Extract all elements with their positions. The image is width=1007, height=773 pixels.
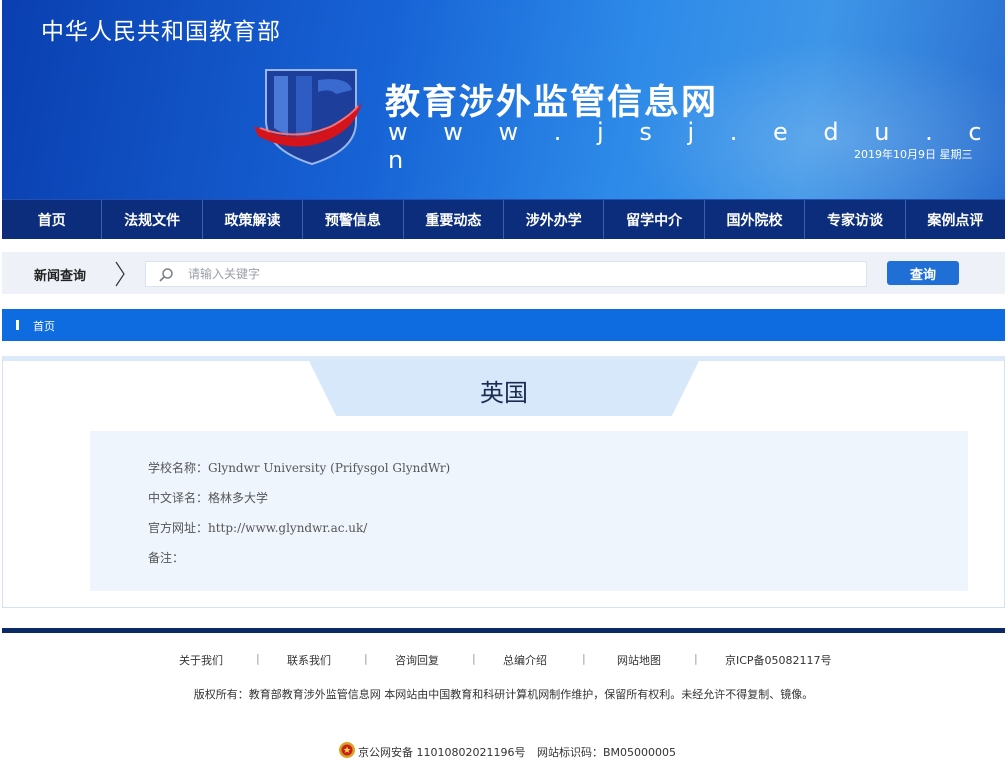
breadcrumb: 首页: [2, 309, 1005, 341]
search-input-wrapper: [145, 261, 867, 287]
school-detail-panel: 英国 学校名称：Glyndwr University (Prifysgol Gl…: [2, 356, 1005, 608]
search-label: 新闻查询: [34, 269, 87, 284]
footer-link-inquiry-replies[interactable]: 咨询回复: [395, 652, 439, 668]
nav-item-warnings[interactable]: 预警信息: [303, 200, 404, 239]
footer-separator: |: [364, 652, 368, 665]
footer-divider: [2, 628, 1005, 633]
search-button[interactable]: 查询: [887, 261, 959, 285]
country-title: 英国: [480, 379, 528, 407]
nav-item-policy[interactable]: 政策解读: [203, 200, 304, 239]
nav-item-study-agencies[interactable]: 留学中介: [604, 200, 705, 239]
news-search-bar: 新闻查询 查询: [2, 252, 1005, 294]
main-nav: 首页 法规文件 政策解读 预警信息 重要动态 涉外办学 留学中介 国外院校 专家…: [2, 199, 1005, 239]
copyright-text: 版权所有：教育部教育涉外监管信息网 本网站由中国教育和科研计算机网制作维护，保留…: [193, 688, 814, 701]
footer-link-editor[interactable]: 总编介绍: [503, 652, 547, 668]
site-code: 网站标识码：BM05000005: [537, 746, 677, 759]
nav-item-regulations[interactable]: 法规文件: [102, 200, 203, 239]
footer-separator: |: [582, 652, 586, 665]
police-record-link[interactable]: 京公网安备 11010802021196号: [358, 744, 525, 760]
nav-item-foreign-institutions[interactable]: 国外院校: [705, 200, 806, 239]
footer-link-contact[interactable]: 联系我们: [287, 652, 331, 668]
nav-item-expert-interviews[interactable]: 专家访谈: [805, 200, 906, 239]
page: 中华人民共和国教育部 教育涉外监管信息网 w w w . j s j . e d…: [0, 0, 1007, 773]
official-website-row[interactable]: 官方网址：http://www.glyndwr.ac.uk/: [148, 519, 367, 536]
nav-item-case-reviews[interactable]: 案例点评: [906, 200, 1005, 239]
police-badge-icon: [339, 742, 355, 758]
chevron-right-icon: [115, 261, 125, 287]
breadcrumb-marker: [16, 320, 19, 330]
nav-item-news[interactable]: 重要动态: [404, 200, 505, 239]
chinese-name-row: 中文译名：格林多大学: [148, 491, 269, 505]
nav-item-home[interactable]: 首页: [2, 200, 103, 239]
footer-link-about[interactable]: 关于我们: [179, 652, 223, 668]
footer-separator: |: [472, 652, 476, 665]
school-name-row: 学校名称：Glyndwr University (Prifysgol Glynd…: [148, 461, 451, 475]
footer-link-sitemap[interactable]: 网站地图: [617, 652, 661, 668]
current-date: 2019年10月9日 星期三: [854, 148, 973, 161]
site-logo-icon[interactable]: [252, 66, 370, 166]
footer-link-icp[interactable]: 京ICP备05082117号: [725, 652, 832, 668]
nav-item-foreign-schooling[interactable]: 涉外办学: [504, 200, 605, 239]
footer-separator: |: [256, 652, 260, 665]
footer-separator: |: [694, 652, 698, 665]
header-banner: 中华人民共和国教育部 教育涉外监管信息网 w w w . j s j . e d…: [2, 0, 1005, 199]
breadcrumb-home[interactable]: 首页: [33, 318, 55, 334]
search-input[interactable]: [188, 264, 858, 284]
ministry-name[interactable]: 中华人民共和国教育部: [41, 12, 281, 46]
remarks-row: 备注：: [148, 551, 185, 565]
search-icon: [159, 268, 173, 282]
school-info-box: 学校名称：Glyndwr University (Prifysgol Glynd…: [90, 431, 968, 591]
footer-links: 关于我们 | 联系我们 | 咨询回复 | 总编介绍 | 网站地图 | 京ICP备…: [0, 652, 1007, 668]
